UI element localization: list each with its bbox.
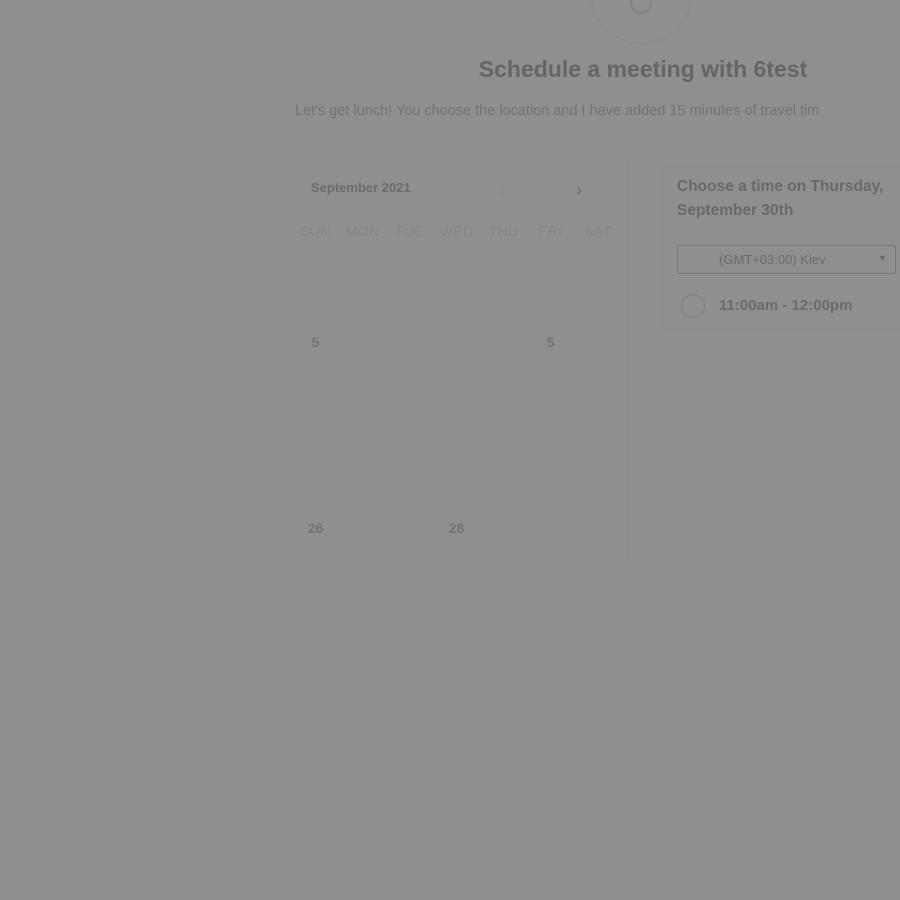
event-description: Let's get lunch! You choose the location… (295, 103, 820, 119)
calendar-day (386, 435, 433, 497)
weekday-label: TUE (395, 223, 424, 239)
calendar-day (386, 249, 433, 311)
calendar-day (527, 373, 574, 435)
time-slot-option[interactable]: 11:00am - 12:00pm (681, 293, 900, 319)
calendar-day (386, 373, 433, 435)
next-month-button[interactable]: › (567, 178, 591, 202)
timezone-value: (GMT+03:00) Kiev (719, 252, 826, 267)
date-picker-calendar: September 2021 ‹ › SUN MON TUE WED THU F… (292, 158, 629, 559)
calendar-day (480, 435, 527, 497)
calendar-month-label: September 2021 (311, 180, 411, 195)
calendar-day (574, 435, 621, 497)
calendar-day (574, 497, 621, 559)
calendar-day (339, 497, 386, 559)
calendar-day-available[interactable]: 28 (433, 497, 480, 559)
calendar-day (480, 249, 527, 311)
calendar-day (292, 249, 339, 311)
calendar-day (433, 435, 480, 497)
time-slot-panel: Choose a time on Thursday, September 30t… (662, 166, 900, 330)
timezone-select[interactable]: (GMT+03:00) Kiev ▼ (677, 245, 896, 274)
time-slot-label: 11:00am - 12:00pm (719, 297, 853, 314)
weekday-label: MON (345, 223, 380, 239)
calendar-day-available[interactable]: 5 (292, 311, 339, 373)
calendar-day (527, 435, 574, 497)
calendar-day (386, 497, 433, 559)
calendar-day (339, 311, 386, 373)
calendar-day (292, 435, 339, 497)
calendar-day (480, 373, 527, 435)
calendar-day (292, 373, 339, 435)
weekday-label: SAT (583, 223, 612, 239)
page-title: Schedule a meeting with 6test (478, 56, 808, 82)
calendar-day (574, 373, 621, 435)
calendar-day (339, 373, 386, 435)
scheduling-page: Schedule a meeting with 6test Let's get … (0, 0, 900, 900)
calendar-day (433, 249, 480, 311)
weekday-label: SUN (300, 223, 331, 239)
calendar-day (480, 497, 527, 559)
calendar-day (433, 373, 480, 435)
selected-date-heading: Choose a time on Thursday, September 30t… (677, 178, 884, 219)
caret-down-icon: ▼ (878, 253, 887, 263)
weekday-header-row: SUN MON TUE WED THU FRI SAT (292, 223, 621, 239)
calendar-day-grid: 5 5 26 28 (292, 249, 621, 559)
calendar-day (339, 435, 386, 497)
calendar-day (527, 497, 574, 559)
calendar-day (480, 311, 527, 373)
calendar-day (574, 249, 621, 311)
weekday-label: FRI (538, 223, 563, 239)
calendar-day (574, 311, 621, 373)
radio-button-icon[interactable] (681, 294, 705, 318)
calendar-day (386, 311, 433, 373)
user-avatar-icon (590, 0, 692, 44)
previous-month-button[interactable]: ‹ (490, 178, 514, 202)
calendar-day (433, 311, 480, 373)
weekday-label: WED (439, 223, 474, 239)
calendar-day (527, 249, 574, 311)
weekday-label: THU (488, 223, 519, 239)
calendar-day-available[interactable]: 5 (527, 311, 574, 373)
calendar-day-available[interactable]: 26 (292, 497, 339, 559)
calendar-day (339, 249, 386, 311)
